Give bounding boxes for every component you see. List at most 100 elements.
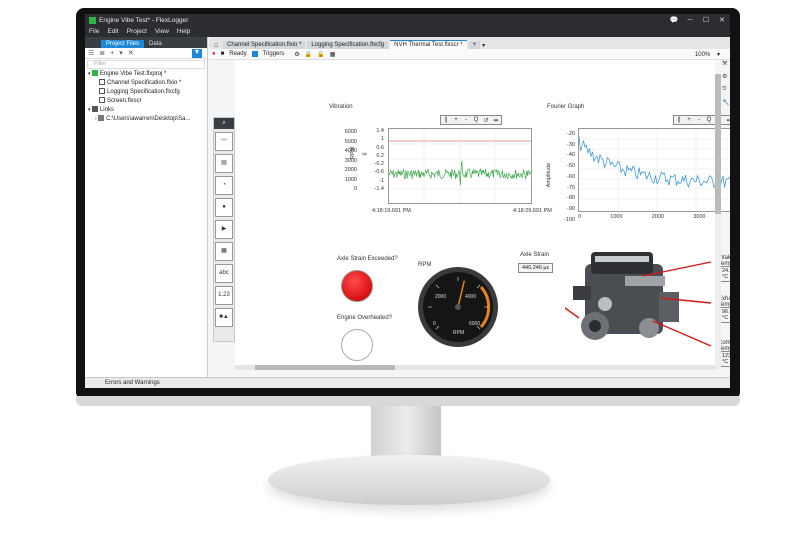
settings-icon[interactable]: ⚙ — [294, 51, 299, 58]
triggers-checkbox[interactable]: Triggers — [251, 50, 290, 57]
menu-file[interactable]: File — [89, 28, 99, 35]
vertical-scrollbar[interactable] — [715, 74, 721, 369]
wrench-icon[interactable]: 🔧 — [722, 99, 730, 106]
folder-icon — [98, 115, 105, 122]
vibration-svg — [388, 129, 531, 203]
tab-logging-specification[interactable]: Logging Specification.flxcfg — [307, 41, 389, 49]
menu-help[interactable]: Help — [177, 28, 190, 35]
tree-item-label: Channel Specification.flxio * — [107, 80, 182, 86]
tab-channel-specification[interactable]: Channel Specification.flxio * — [223, 41, 306, 49]
palette-graph-icon[interactable]: 〰 — [215, 132, 233, 151]
gauge-tick-6000: 6000 — [469, 321, 480, 327]
close-button[interactable]: ✕ — [714, 16, 730, 24]
tree-item-label: Logging Specification.flxcfg — [107, 89, 180, 95]
scroll-thumb[interactable] — [715, 74, 721, 214]
tree-item-links[interactable]: ▾ Links — [85, 106, 207, 115]
pan-icon[interactable]: Q — [704, 117, 714, 123]
layout-icon[interactable]: ▦ — [330, 51, 336, 58]
status-ready: Ready — [229, 51, 247, 57]
palette-table-icon[interactable]: ▦ — [215, 242, 233, 261]
remove-icon[interactable]: ✕ — [128, 49, 134, 57]
scroll-thumb[interactable] — [255, 365, 395, 370]
tree-item-link-path[interactable]: › C:\Users\awarren\Desktop\Sa... — [85, 115, 207, 124]
tab-project-files[interactable]: Project Files — [101, 40, 145, 48]
project-icon — [91, 70, 98, 77]
palette-play-icon[interactable]: ▶ — [215, 220, 233, 239]
palette-gauge-icon[interactable]: ◔ — [215, 176, 233, 195]
monitor-stand-base — [268, 455, 550, 505]
tools-icon[interactable]: ⚒ — [722, 60, 730, 67]
checkbox-checked-icon — [251, 50, 258, 57]
screen-canvas: Vibration || + - Q ↺ ⇹ 6000 5000 4000 3000 2000 10… — [235, 60, 730, 367]
timing-icon[interactable]: ⏲ — [722, 86, 730, 93]
stop-icon[interactable]: ■ — [221, 51, 225, 57]
tree-item-label: C:\Users\awarren\Desktop\Sa... — [106, 116, 191, 122]
gauge-tick-4000: 4000 — [465, 294, 476, 300]
chat-icon[interactable]: 💬 — [666, 16, 682, 24]
app-window: Engine Vibe Test* - FlexLogger 💬 ─ ☐ ✕ F… — [85, 14, 730, 388]
tree-item-logging-spec[interactable]: Logging Specification.flxcfg — [85, 88, 207, 97]
palette-search-icon[interactable]: ⌕ — [214, 118, 234, 129]
vibration-plot[interactable] — [388, 128, 532, 204]
zoom-in-icon[interactable]: + — [684, 117, 694, 123]
zoom-out-icon[interactable]: - — [694, 117, 704, 123]
tree-item-screen[interactable]: Screen.flxscr — [85, 97, 207, 106]
pan-icon[interactable]: Q — [471, 117, 481, 123]
home-icon[interactable]: ⌂ — [209, 40, 223, 49]
palette-chart-icon[interactable]: ▤ — [215, 154, 233, 173]
record-icon[interactable]: ● — [212, 51, 216, 57]
pause-icon[interactable]: || — [674, 117, 684, 123]
zoom-select[interactable]: 100% ▾ — [695, 51, 725, 58]
menu-edit[interactable]: Edit — [107, 28, 118, 35]
tab-data[interactable]: Data — [144, 40, 167, 48]
unlock-icon[interactable]: 🔓 — [317, 51, 324, 58]
tree-item-project[interactable]: ▾ Engine Vibe Test.flxproj * — [85, 70, 207, 79]
palette-shapes-icon[interactable]: ■▲ — [215, 308, 233, 327]
flexlogger-app-icon — [89, 16, 96, 24]
menu-view[interactable]: View — [155, 28, 169, 35]
maximize-button[interactable]: ☐ — [698, 16, 714, 24]
reset-icon[interactable]: ↺ — [481, 117, 491, 124]
tree-item-label: Screen.flxscr — [107, 98, 142, 104]
filter-input[interactable]: Filter — [87, 60, 205, 69]
pause-icon[interactable]: || — [441, 117, 451, 123]
channel-file-icon — [99, 79, 105, 86]
add-tab-button[interactable]: + — [468, 41, 481, 49]
lock-icon[interactable]: 🔒 — [305, 51, 312, 58]
autoscale-icon[interactable]: ⇹ — [724, 117, 730, 124]
tab-nvh-thermal-test[interactable]: NVH Thermal Test.flxscr * — [390, 40, 467, 49]
add-icon[interactable]: + — [110, 50, 114, 57]
add-dropdown-icon[interactable]: ▾ — [119, 49, 123, 57]
zoom-in-icon[interactable]: + — [451, 117, 461, 123]
fourier-plot[interactable] — [578, 128, 730, 212]
list-view-icon[interactable]: ☰ — [88, 49, 94, 57]
axle-strain-label: Axle Strain — [520, 252, 550, 258]
minimize-button[interactable]: ─ — [682, 17, 698, 24]
vibration-g-axis-label: g — [361, 152, 368, 156]
tree-item-label: Links — [99, 107, 114, 113]
fourier-trace — [578, 136, 730, 189]
temperature-arrows — [565, 261, 712, 347]
palette-text-icon[interactable]: abc — [215, 264, 233, 283]
palette-numeric-icon[interactable]: 1.23 — [215, 286, 233, 305]
horizontal-scrollbar[interactable] — [235, 365, 715, 370]
screen-file-icon — [99, 97, 105, 104]
gauge-tick-2000: 2000 — [435, 294, 446, 300]
errors-and-warnings-tab[interactable]: Errors and Warnings — [105, 380, 160, 386]
tab-overflow-icon[interactable]: ▾ — [482, 42, 485, 49]
links-folder-icon — [91, 106, 98, 113]
configure-icon[interactable]: ⚙ — [722, 73, 730, 80]
gauge-dial-label: RPM — [453, 330, 464, 336]
menu-project[interactable]: Project — [127, 28, 147, 35]
grid-view-icon[interactable]: ≣ — [99, 49, 105, 57]
zoom-out-icon[interactable]: - — [461, 117, 471, 123]
palette-button-icon[interactable]: ● — [215, 198, 233, 217]
vibration-chart-tools: || + - Q ↺ ⇹ — [440, 115, 502, 125]
tree-item-channel-spec[interactable]: Channel Specification.flxio * — [85, 79, 207, 88]
autoscale-icon[interactable]: ⇹ — [491, 117, 501, 124]
screen-toolbar: ● ■ Ready Triggers ⚙ 🔒 🔓 ▦ 100% ▾ — [209, 49, 730, 60]
filter-icon[interactable]: ▼ — [192, 48, 202, 58]
control-palette: ⌕ 〰 ▤ ◔ ● ▶ ▦ abc 1.23 ■▲ — [213, 117, 235, 342]
chevron-down-icon: ▾ — [716, 51, 720, 58]
engine-overheated-label: Engine Overheated? — [337, 315, 393, 321]
